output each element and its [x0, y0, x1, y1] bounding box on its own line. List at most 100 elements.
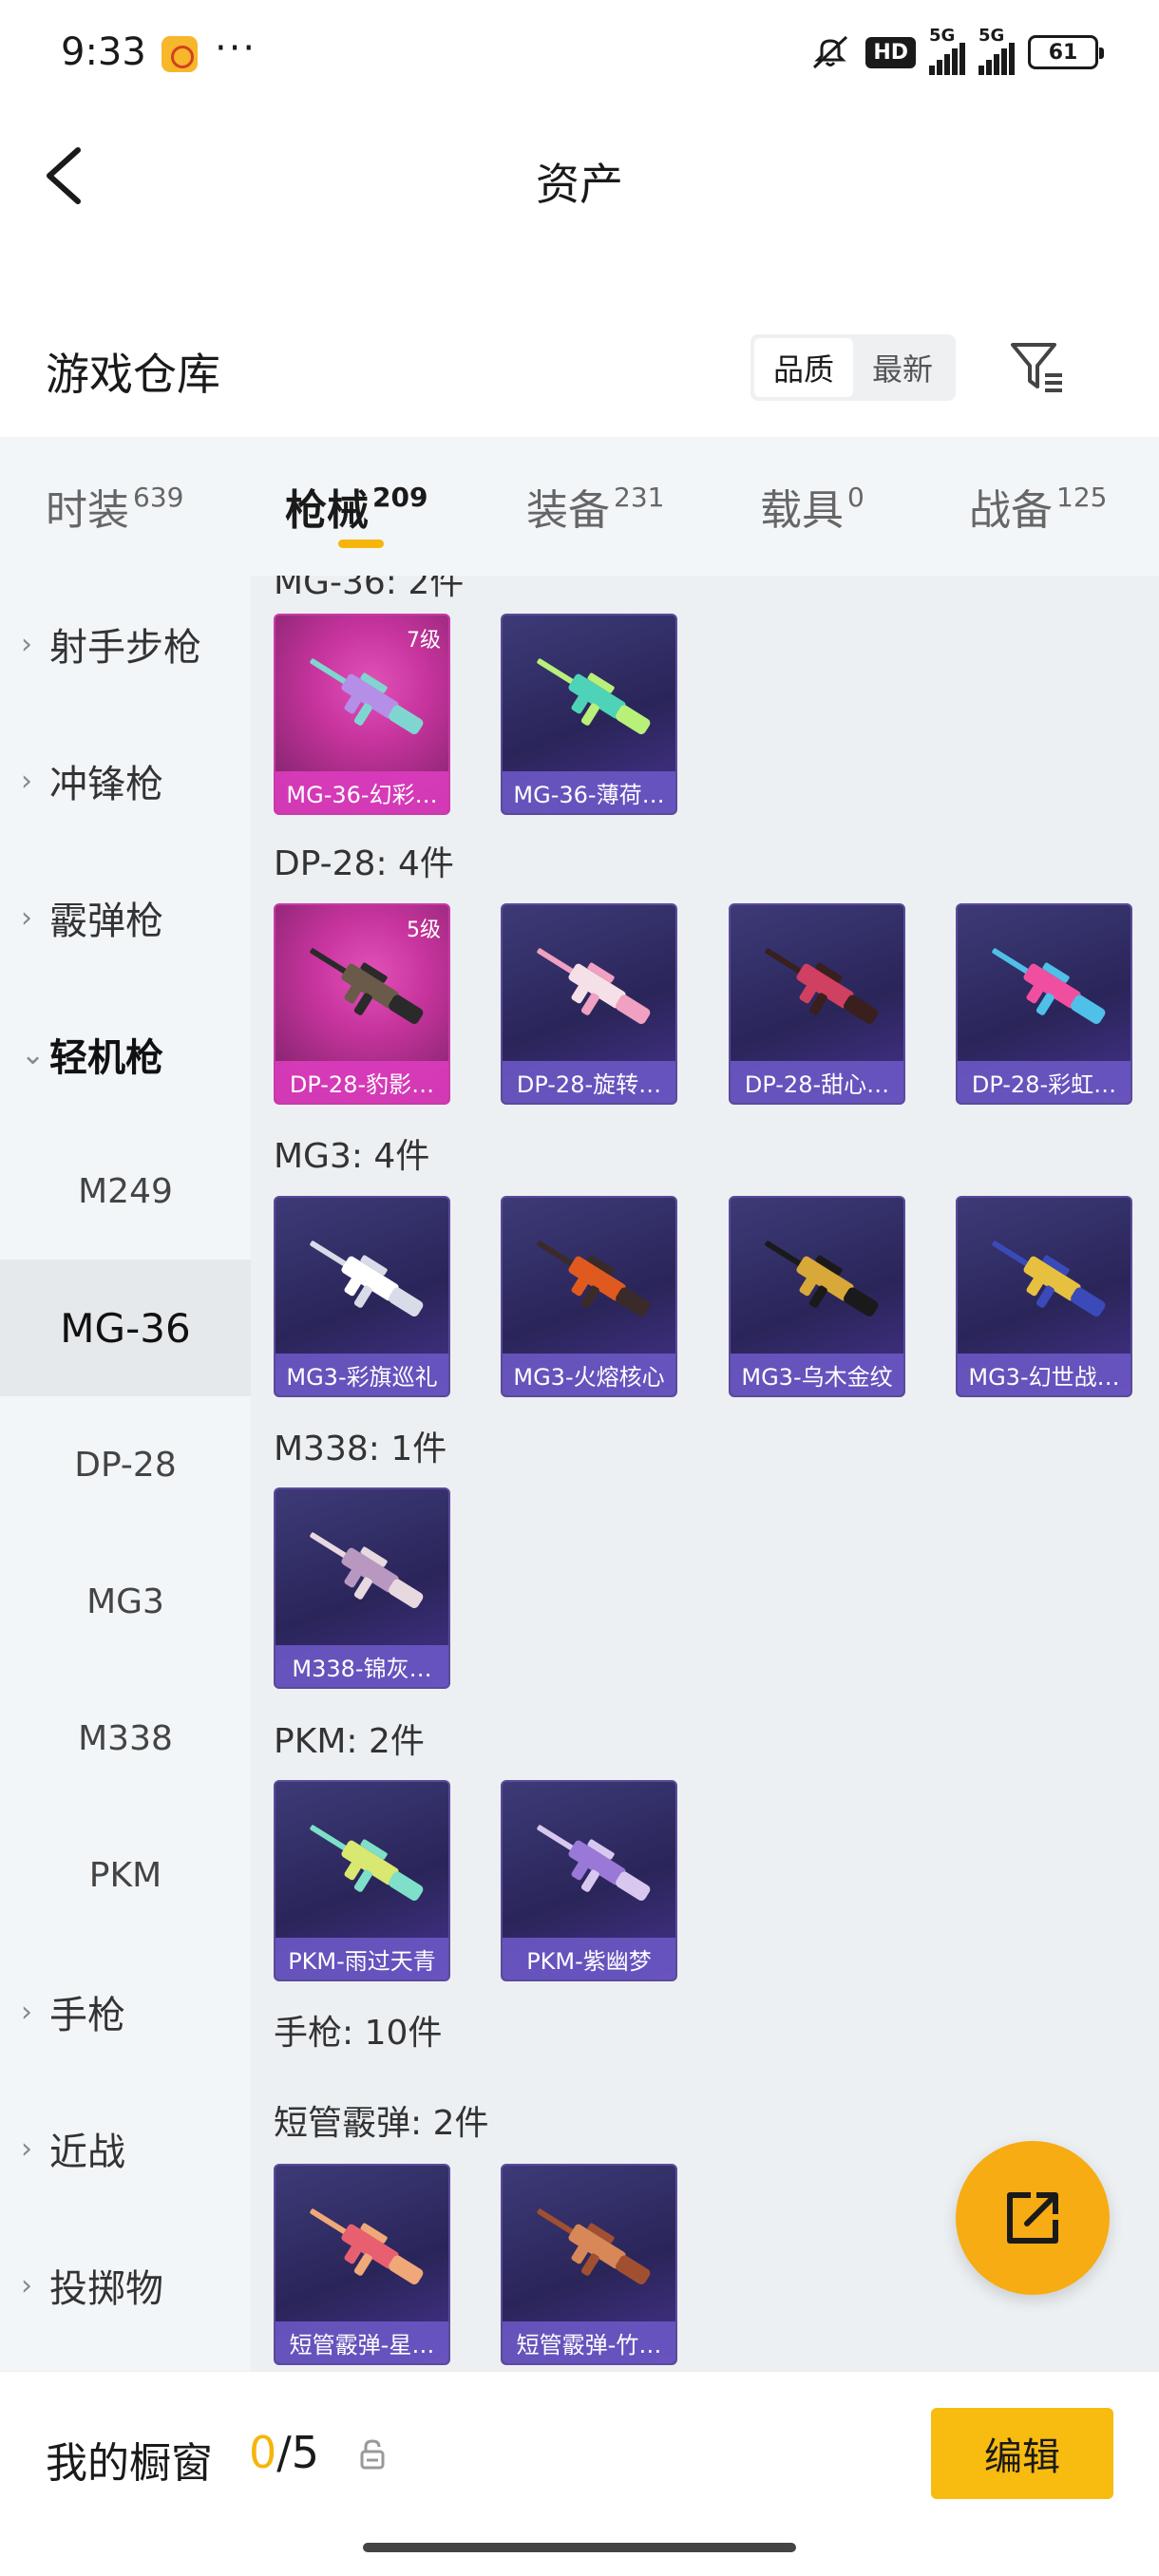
side-nav-item[interactable]: M249 — [0, 1123, 251, 1260]
weapon-name: PKM-雨过天青 — [276, 1938, 448, 1979]
side-nav-item[interactable]: MG-36 — [0, 1260, 251, 1396]
chevron-right-icon: › — [21, 764, 32, 798]
weapon-card[interactable]: DP-28-甜心… — [729, 903, 905, 1105]
weapon-card[interactable]: 5级 DP-28-豹影… — [274, 903, 450, 1105]
active-tab-indicator — [338, 540, 384, 548]
side-nav-item[interactable]: › 投掷物 — [0, 2217, 251, 2354]
tab-equipment[interactable]: 装备 231 — [526, 437, 664, 576]
tab-fashion[interactable]: 时装 639 — [46, 437, 183, 576]
side-nav-label: 射手步枪 — [49, 626, 201, 670]
weapon-name: M338-锦灰… — [276, 1645, 448, 1687]
weapon-card[interactable]: MG3-彩旗巡礼 — [274, 1196, 450, 1397]
weapon-skin-image — [310, 1825, 424, 1902]
weapon-card[interactable]: PKM-紫幽梦 — [501, 1780, 677, 1981]
sort-by-newest[interactable]: 最新 — [853, 338, 952, 397]
status-indicators: HD 5G 5G 61 — [808, 26, 1104, 76]
weapon-card[interactable]: DP-28-旋转… — [501, 903, 677, 1105]
side-nav-label: MG3 — [86, 1582, 164, 1621]
tab-firearms[interactable]: 枪械 209 — [285, 437, 428, 576]
weapon-skin-image — [992, 948, 1106, 1025]
showcase-separator: / — [276, 2427, 292, 2478]
side-nav-item[interactable]: PKM — [0, 1807, 251, 1943]
weapon-name: MG-36-薄荷… — [503, 771, 675, 813]
side-nav-item[interactable]: › 射手步枪 — [0, 576, 251, 712]
showcase-count: 0/5 — [249, 2427, 319, 2478]
weapon-level-badge: 5级 — [407, 919, 441, 942]
more-notifications-icon: ··· — [215, 27, 257, 70]
weapon-skin-image — [537, 1241, 651, 1317]
weapon-name: DP-28-旋转… — [503, 1061, 675, 1103]
home-indicator[interactable] — [363, 2543, 796, 2552]
sort-by-quality[interactable]: 品质 — [754, 338, 853, 397]
chevron-right-icon: › — [21, 2131, 32, 2166]
mute-bell-icon — [808, 33, 852, 71]
tab-label: 装备 — [526, 486, 610, 535]
group-title: DP-28: 4件 — [274, 844, 454, 883]
tab-label: 载具 — [760, 486, 844, 535]
signal-icon: 5G — [929, 26, 965, 75]
status-time: 9:33 — [61, 30, 146, 74]
weapon-name: PKM-紫幽梦 — [503, 1938, 675, 1979]
tab-count: 209 — [372, 481, 428, 513]
side-nav-item[interactable]: › 近战 — [0, 2080, 251, 2217]
weapon-skin-image — [310, 2208, 424, 2285]
chevron-right-icon: › — [21, 900, 32, 935]
weapon-name: MG3-火熔核心 — [503, 1354, 675, 1395]
weapon-card[interactable]: MG3-幻世战… — [956, 1196, 1132, 1397]
weapon-name: MG3-乌木金纹 — [731, 1354, 903, 1395]
side-nav-item[interactable]: › 霰弹枪 — [0, 849, 251, 986]
chevron-right-icon: › — [21, 627, 32, 661]
weapon-card[interactable]: MG3-乌木金纹 — [729, 1196, 905, 1397]
share-external-icon — [1007, 2192, 1058, 2244]
tab-count: 0 — [847, 481, 864, 513]
weapon-card[interactable]: PKM-雨过天青 — [274, 1780, 450, 1981]
weapon-skin-image — [310, 1241, 424, 1317]
weapon-card[interactable]: DP-28-彩虹… — [956, 903, 1132, 1105]
section-title: 游戏仓库 — [46, 349, 220, 400]
tab-vehicles[interactable]: 载具 0 — [760, 437, 864, 576]
weapon-grid: MG-36: 2件 7级 MG-36-幻彩… MG-36-薄荷… DP-28: 4件 5级… — [251, 576, 1159, 2371]
side-nav-item[interactable]: MG3 — [0, 1533, 251, 1670]
weapon-category-nav: › 射手步枪 › 冲锋枪 › 霰弹枪 ⌄ 轻机枪 M249 MG-36 DP-28 MG3 M338 PK… — [0, 576, 251, 2371]
weapon-card[interactable]: 短管霰弹-竹… — [501, 2164, 677, 2365]
weapon-name: MG3-彩旗巡礼 — [276, 1354, 448, 1395]
weapon-skin-image — [310, 658, 424, 735]
group-title: M338: 1件 — [274, 1430, 447, 1468]
side-nav-label: DP-28 — [74, 1445, 177, 1485]
side-nav-item[interactable]: › 冲锋枪 — [0, 712, 251, 849]
side-nav-label: 轻机枪 — [49, 1036, 163, 1080]
weapon-card[interactable]: M338-锦灰… — [274, 1487, 450, 1689]
side-nav-label: 霰弹枪 — [49, 900, 163, 943]
weapon-name: DP-28-豹影… — [276, 1061, 448, 1103]
weapon-skin-image — [310, 1532, 424, 1609]
showcase-label: 我的橱窗 — [46, 2439, 213, 2488]
showcase-max: 5 — [291, 2427, 320, 2478]
tab-label: 时装 — [46, 486, 129, 535]
side-nav-label: M338 — [78, 1718, 173, 1758]
share-button[interactable] — [956, 2141, 1110, 2295]
battery-icon: 61 — [1028, 35, 1104, 69]
edit-button[interactable]: 编辑 — [931, 2408, 1113, 2499]
weapon-skin-image — [537, 948, 651, 1025]
tab-count: 639 — [133, 481, 184, 513]
chevron-right-icon: › — [21, 2268, 32, 2302]
side-nav-label: MG-36 — [60, 1304, 191, 1352]
tab-count: 125 — [1056, 481, 1108, 513]
filter-icon[interactable] — [1007, 337, 1068, 398]
weapon-skin-image — [992, 1241, 1106, 1317]
weapon-card[interactable]: 7级 MG-36-幻彩… — [274, 614, 450, 815]
weapon-skin-image — [765, 948, 879, 1025]
side-nav-item[interactable]: M338 — [0, 1670, 251, 1807]
weapon-card[interactable]: MG3-火熔核心 — [501, 1196, 677, 1397]
side-nav-item[interactable]: ⌄ 轻机枪 — [0, 986, 251, 1123]
side-nav-item[interactable]: › 手枪 — [0, 1943, 251, 2080]
signal-icon-2: 5G — [978, 26, 1015, 75]
category-tabs: 时装 639 枪械 209 装备 231 载具 0 战备 125 — [0, 437, 1159, 576]
weapon-skin-image — [537, 658, 651, 735]
status-bar: 9:33 ··· HD 5G 5G 61 — [0, 0, 1159, 104]
side-nav-item[interactable]: DP-28 — [0, 1396, 251, 1533]
weapon-card[interactable]: MG-36-薄荷… — [501, 614, 677, 815]
tab-battle-gear[interactable]: 战备 125 — [969, 437, 1107, 576]
weapon-card[interactable]: 短管霰弹-星… — [274, 2164, 450, 2365]
network-type-label: 5G — [929, 26, 956, 46]
